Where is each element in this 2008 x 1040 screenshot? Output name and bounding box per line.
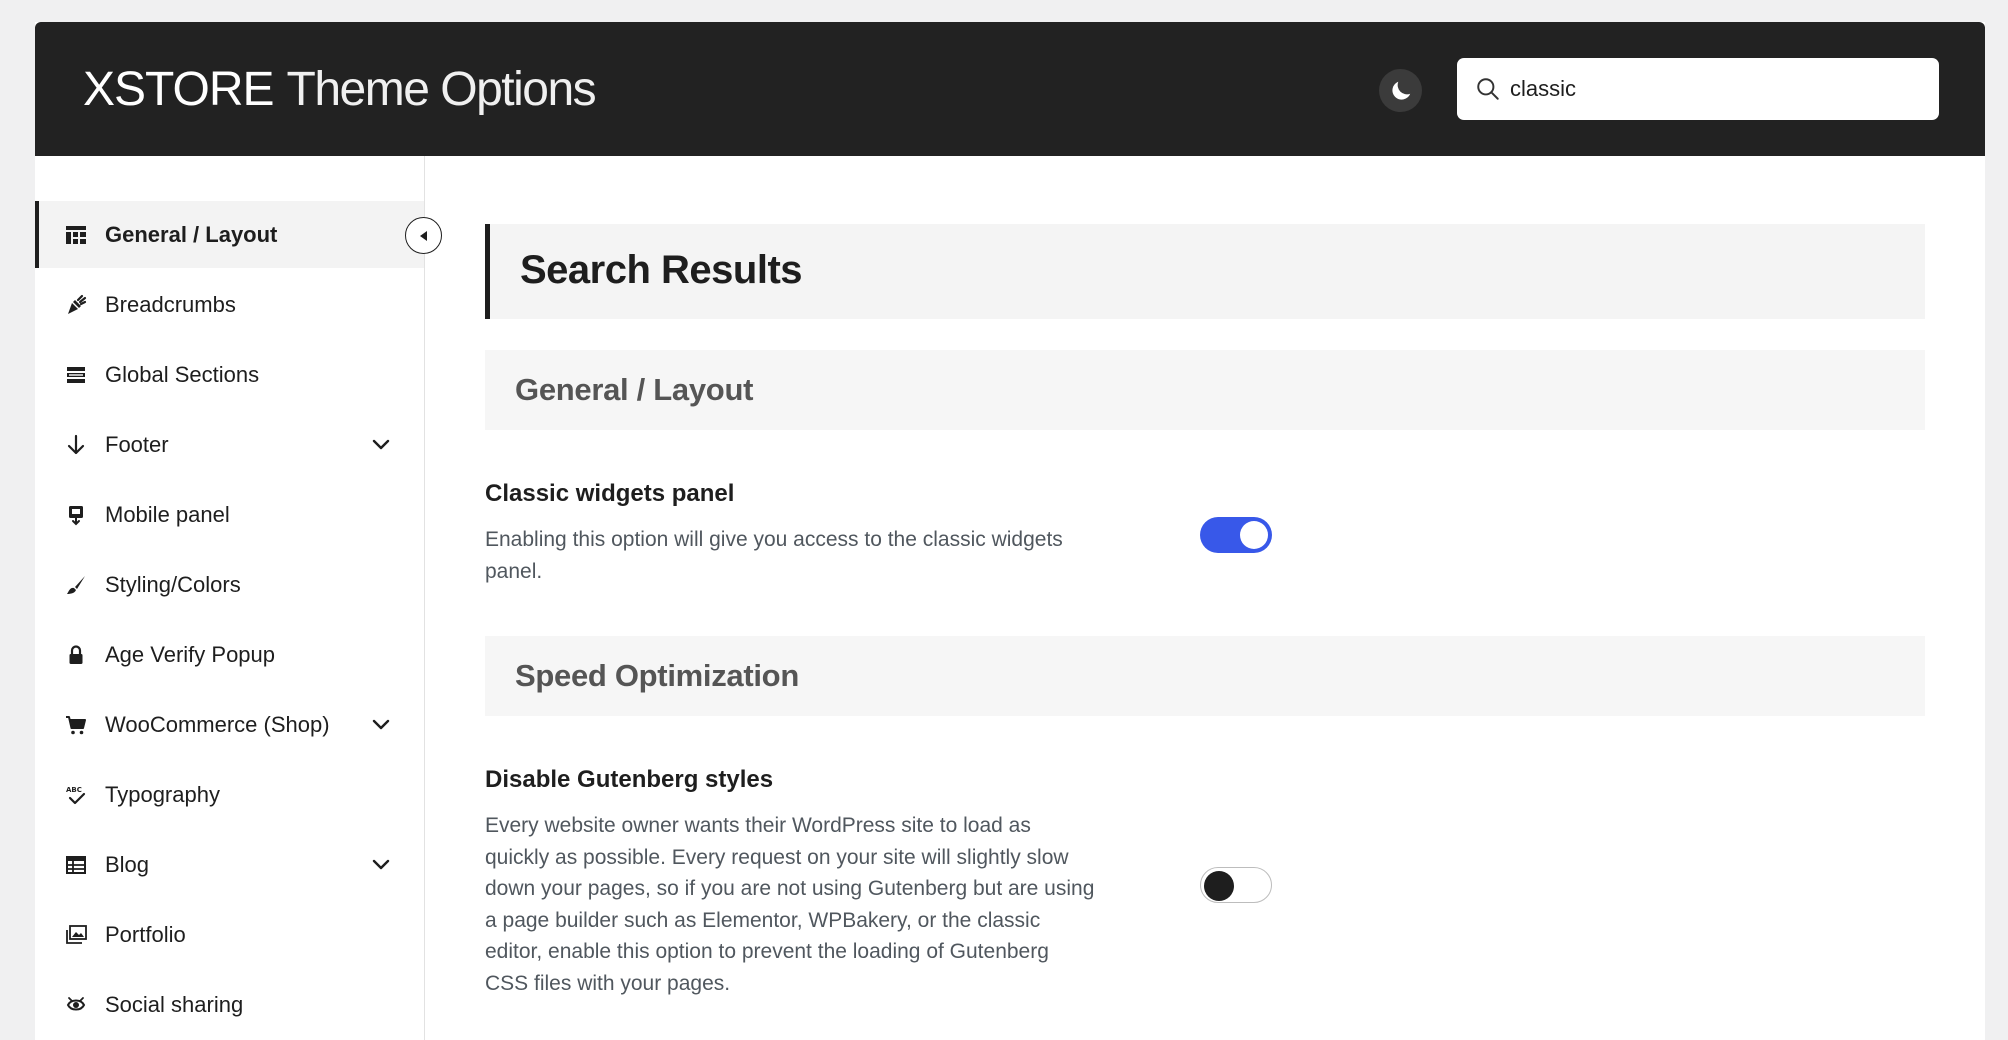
sidebar-nav: General / Layout Breadcrumbs Global Sect… (35, 156, 425, 1040)
mobile-panel-icon (69, 506, 83, 526)
cart-icon (66, 716, 86, 735)
sidebar-item-typography[interactable]: ABC Typography (35, 761, 424, 828)
sidebar-item-label: Portfolio (105, 921, 186, 947)
collapse-sidebar-button[interactable] (405, 217, 442, 254)
sections-icon (67, 367, 85, 383)
theme-options-window: XSTORE Theme Options classic General / L… (35, 22, 1985, 1040)
grid-layout-icon (66, 226, 86, 244)
chevron-down-icon[interactable] (370, 853, 392, 875)
sidebar-item-label: Social sharing (105, 991, 244, 1017)
toggle-knob (1240, 521, 1268, 549)
search-results-header: Search Results (485, 224, 1925, 319)
svg-text:ABC: ABC (66, 786, 82, 794)
search-icon (1477, 78, 1499, 100)
sidebar-item-general-layout[interactable]: General / Layout (35, 201, 424, 268)
sidebar-item-styling-colors[interactable]: Styling/Colors (35, 551, 424, 618)
moon-icon (1391, 81, 1410, 100)
sidebar-item-global-sections[interactable]: Global Sections (35, 341, 424, 408)
dark-mode-toggle[interactable] (1379, 69, 1422, 112)
logo: XSTORE Theme Options (83, 62, 597, 118)
lock-icon (69, 645, 83, 664)
sidebar-item-blog[interactable]: Blog (35, 831, 424, 898)
sidebar-item-label: Global Sections (105, 361, 260, 387)
sidebar-item-social-sharing[interactable]: Social sharing (35, 971, 424, 1038)
share-icon (66, 997, 86, 1011)
sidebar-item-label: General / Layout (105, 221, 278, 247)
brush-icon (67, 576, 85, 594)
sidebar-item-portfolio[interactable]: Portfolio (35, 901, 424, 968)
sidebar-item-breadcrumbs[interactable]: Breadcrumbs (35, 271, 424, 338)
table-icon (66, 856, 86, 874)
option-title: Disable Gutenberg styles (485, 766, 774, 793)
logo-title: Theme Options (286, 63, 597, 116)
sidebar-item-label: Styling/Colors (105, 571, 241, 597)
toggle-knob (1204, 870, 1234, 901)
option-title: Classic widgets panel (485, 480, 735, 507)
sidebar-item-woocommerce-shop[interactable]: WooCommerce (Shop) (35, 691, 424, 758)
spellcheck-icon: ABC (66, 786, 86, 805)
search-field[interactable] (1457, 58, 1939, 120)
sidebar-item-label: Typography (105, 781, 220, 807)
option-description: Enabling this option will give you acces… (485, 528, 1063, 583)
arrow-down-icon (67, 434, 85, 455)
sidebar-item-label: Mobile panel (105, 501, 230, 527)
gallery-icon (66, 925, 87, 944)
sidebar-item-age-verify-popup[interactable]: Age Verify Popup (35, 621, 424, 688)
section-general-layout: General / Layout (485, 350, 1925, 430)
sidebar-item-label: Breadcrumbs (105, 291, 236, 317)
section-speed-optimization: Speed Optimization (485, 636, 1925, 716)
disable-gutenberg-toggle[interactable] (1200, 867, 1272, 903)
sidebar-item-label: WooCommerce (Shop) (105, 711, 330, 737)
header-bar: XSTORE Theme Options (35, 22, 1985, 156)
section-heading: General / Layout (515, 372, 754, 407)
page-title: Search Results (520, 248, 803, 292)
sidebar-item-mobile-panel[interactable]: Mobile panel (35, 481, 424, 548)
carrot-icon (68, 294, 87, 314)
chevron-down-icon[interactable] (370, 713, 392, 735)
sidebar-item-label: Blog (105, 851, 150, 877)
logo-brand: XSTORE (83, 63, 274, 116)
sidebar-item-label: Age Verify Popup (105, 641, 276, 667)
option-description: Every website owner wants their WordPres… (485, 814, 1095, 995)
search-input[interactable] (1510, 58, 1920, 120)
sidebar-item-label: Footer (105, 431, 169, 457)
sidebar-item-footer[interactable]: Footer (35, 411, 424, 478)
classic-widgets-toggle[interactable] (1200, 517, 1272, 553)
chevron-down-icon[interactable] (370, 433, 392, 455)
caret-left-icon (419, 230, 427, 241)
section-heading: Speed Optimization (515, 658, 799, 693)
